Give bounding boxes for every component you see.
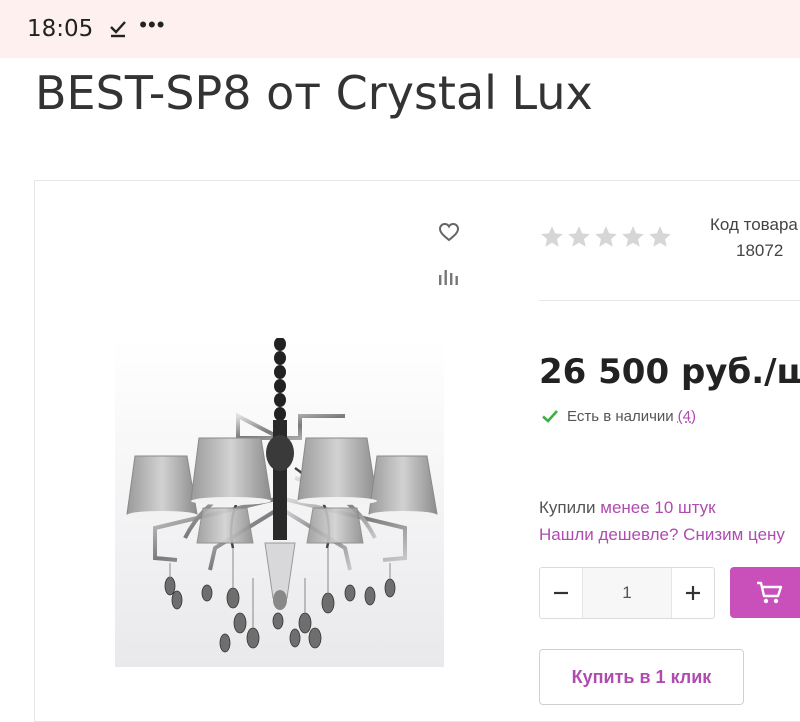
star-icon[interactable] — [620, 224, 646, 250]
quantity-input[interactable] — [583, 568, 671, 618]
rating-stars[interactable] — [539, 224, 673, 250]
stock-status: Есть в наличии (4) — [541, 407, 696, 425]
cart-icon — [757, 581, 783, 603]
status-time: 18:05 — [27, 16, 94, 42]
increase-quantity-button[interactable] — [671, 568, 714, 618]
buy-one-click-button[interactable]: Купить в 1 клик — [539, 649, 744, 705]
bought-info: Купили менее 10 штук — [539, 498, 716, 518]
check-icon — [542, 410, 558, 423]
add-to-cart-button[interactable] — [730, 567, 800, 618]
minus-icon — [554, 591, 568, 595]
sku-label: Код товара — [710, 215, 798, 234]
chandelier-image[interactable] — [115, 337, 444, 667]
bought-count-link[interactable]: менее 10 штук — [600, 498, 715, 517]
stock-count-link[interactable]: (4) — [678, 408, 696, 425]
more-dots-icon: ••• — [139, 12, 166, 37]
compare-chart-icon[interactable] — [438, 266, 460, 286]
heart-icon[interactable] — [438, 222, 460, 242]
decrease-quantity-button[interactable] — [540, 568, 583, 618]
stock-text: Есть в наличии — [567, 407, 674, 425]
star-icon[interactable] — [647, 224, 673, 250]
download-done-icon — [107, 18, 129, 40]
product-price: 26 500 руб./шт — [539, 352, 800, 392]
star-icon[interactable] — [593, 224, 619, 250]
plus-icon — [686, 586, 700, 600]
star-icon[interactable] — [539, 224, 565, 250]
quantity-stepper — [539, 567, 715, 619]
bought-prefix: Купили — [539, 498, 596, 517]
found-cheaper-link[interactable]: Нашли дешевле? Снизим цену — [539, 525, 785, 545]
status-bar: 18:05 ••• — [0, 0, 800, 58]
page-title: BEST-SP8 от Crystal Lux — [35, 66, 593, 120]
star-icon[interactable] — [566, 224, 592, 250]
divider — [539, 300, 800, 301]
sku-value: 18072 — [736, 241, 784, 260]
